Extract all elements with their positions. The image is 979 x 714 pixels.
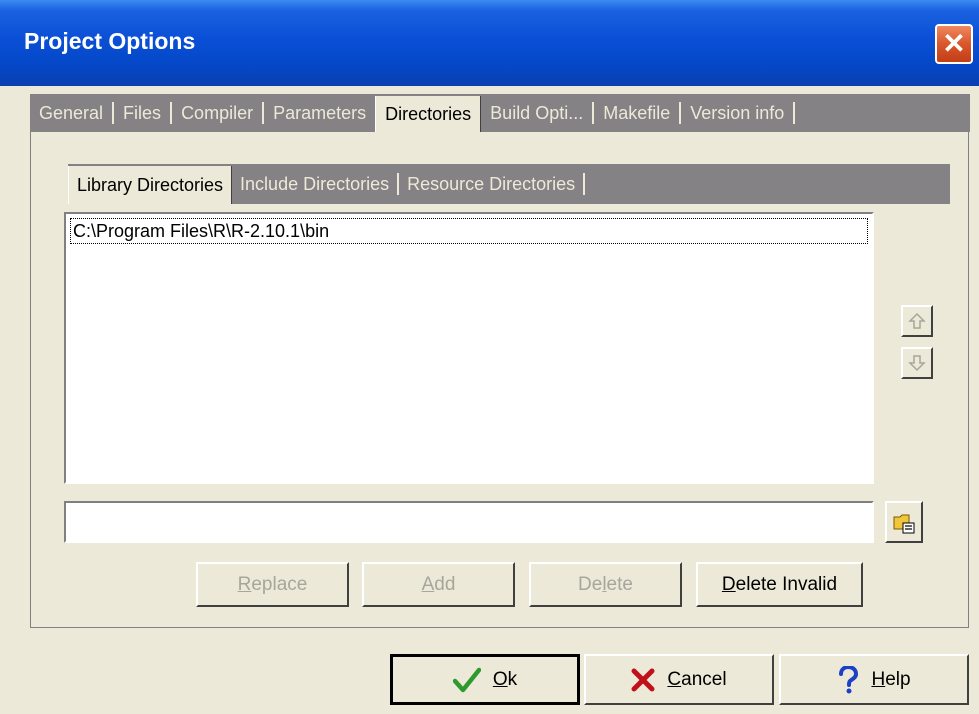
tab-strip: General Files Compiler Parameters Direct… <box>30 94 970 132</box>
tab-version-info[interactable]: Version info <box>681 96 793 130</box>
browse-folder-button[interactable] <box>885 501 923 543</box>
tab-directories[interactable]: Directories <box>375 96 482 132</box>
tab-general[interactable]: General <box>30 96 112 130</box>
tab-separator <box>793 102 796 124</box>
list-item[interactable]: C:\Program Files\R\R-2.10.1\bin <box>70 218 868 244</box>
tab-makefile[interactable]: Makefile <box>594 96 679 130</box>
check-icon <box>452 667 481 693</box>
close-icon: ✕ <box>942 28 966 59</box>
tab-files[interactable]: Files <box>114 96 170 130</box>
help-button[interactable]: Help <box>779 654 969 705</box>
add-button[interactable]: Add <box>362 562 515 607</box>
replace-button[interactable]: Replace <box>196 562 349 607</box>
subtab-include-directories[interactable]: Include Directories <box>232 167 397 201</box>
delete-button[interactable]: Delete <box>529 562 682 607</box>
subtab-resource-directories[interactable]: Resource Directories <box>399 167 583 201</box>
title-bar: Project Options ✕ <box>0 0 979 86</box>
tab-separator <box>583 173 586 195</box>
arrow-up-icon <box>908 312 926 329</box>
subtab-strip: Library Directories Include Directories … <box>68 164 950 204</box>
project-options-dialog: Project Options ✕ General Files Compiler… <box>0 0 979 714</box>
delete-invalid-button[interactable]: Delete Invalid <box>696 562 863 607</box>
folder-browse-icon <box>893 514 915 534</box>
move-down-button[interactable] <box>901 347 933 379</box>
close-button[interactable]: ✕ <box>935 24 973 64</box>
directory-list[interactable]: C:\Program Files\R\R-2.10.1\bin <box>64 212 874 484</box>
subtab-library-directories[interactable]: Library Directories <box>68 166 233 204</box>
move-up-button[interactable] <box>901 305 933 337</box>
dialog-title: Project Options <box>24 28 196 54</box>
help-question-icon <box>837 665 859 694</box>
ok-button[interactable]: Ok <box>390 654 580 705</box>
cancel-button[interactable]: Cancel <box>584 654 774 705</box>
directory-path-input[interactable] <box>64 501 874 543</box>
tab-compiler[interactable]: Compiler <box>172 96 262 130</box>
tab-parameters[interactable]: Parameters <box>264 96 375 130</box>
cancel-x-icon <box>631 668 655 692</box>
tab-build-options[interactable]: Build Opti... <box>481 96 592 130</box>
arrow-down-icon <box>908 355 926 372</box>
